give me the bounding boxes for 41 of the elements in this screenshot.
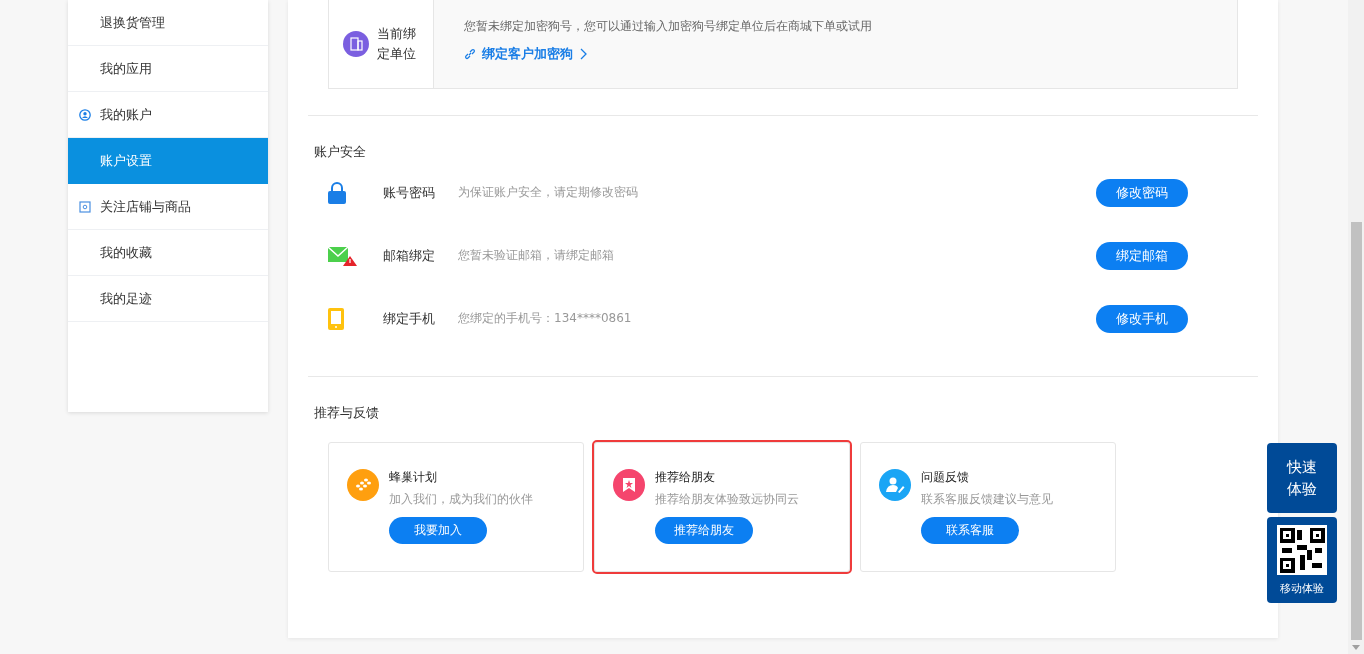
link-icon bbox=[464, 48, 476, 60]
sidebar-item[interactable]: 关注店铺与商品 bbox=[68, 184, 268, 230]
card-description: 加入我们，成为我们的伙伴 bbox=[389, 491, 533, 508]
bind-dongle-link[interactable]: 绑定客户加密狗 bbox=[464, 45, 587, 63]
card-button[interactable]: 联系客服 bbox=[921, 517, 1019, 544]
phone-icon bbox=[328, 307, 344, 330]
setting-button[interactable]: 绑定邮箱 bbox=[1096, 241, 1188, 270]
card-description: 推荐给朋友体验致远协同云 bbox=[655, 491, 799, 508]
chevron-right-icon bbox=[579, 48, 587, 60]
mail-warning-icon bbox=[328, 244, 358, 267]
lock-icon bbox=[328, 181, 346, 204]
setting-name: 邮箱绑定 bbox=[383, 246, 436, 265]
binding-label: 当前绑定单位 bbox=[377, 25, 417, 63]
sidebar-item[interactable]: 退换货管理 bbox=[68, 0, 268, 46]
qr-code-icon bbox=[1277, 524, 1327, 575]
card-title: 问题反馈 bbox=[921, 469, 970, 486]
building-icon bbox=[343, 31, 369, 57]
setting-name: 绑定手机 bbox=[383, 309, 436, 328]
sidebar-item[interactable]: 我的应用 bbox=[68, 46, 268, 92]
setting-name: 账号密码 bbox=[383, 183, 436, 202]
card-button[interactable]: 我要加入 bbox=[389, 517, 487, 544]
setting-description: 您暂未验证邮箱，请绑定邮箱 bbox=[458, 247, 615, 264]
sidebar-item[interactable]: 我的足迹 bbox=[68, 276, 268, 322]
binding-message: 您暂未绑定加密狗号，您可以通过输入加密狗号绑定单位后在商城下单或试用 bbox=[464, 18, 873, 35]
store-icon bbox=[79, 200, 91, 213]
card-title: 蜂巢计划 bbox=[389, 469, 438, 486]
setting-description: 为保证账户安全，请定期修改密码 bbox=[458, 184, 639, 201]
user-icon bbox=[79, 108, 91, 121]
setting-button[interactable]: 修改密码 bbox=[1096, 178, 1188, 207]
card-description: 联系客服反馈建议与意见 bbox=[921, 491, 1053, 508]
sidebar-item[interactable]: 我的收藏 bbox=[68, 230, 268, 276]
quick-trial-button[interactable]: 快速体验 bbox=[1267, 443, 1337, 513]
section-title: 推荐与反馈 bbox=[314, 404, 380, 422]
card-button[interactable]: 推荐给朋友 bbox=[655, 517, 753, 544]
scrollbar[interactable] bbox=[1348, 0, 1364, 654]
setting-description: 您绑定的手机号：134****0861 bbox=[458, 310, 633, 327]
section-title: 账户安全 bbox=[314, 143, 367, 161]
card-title: 推荐给朋友 bbox=[655, 469, 716, 486]
mobile-trial-panel[interactable]: 移动体验 bbox=[1267, 517, 1337, 603]
setting-button[interactable]: 修改手机 bbox=[1096, 304, 1188, 333]
scroll-down-arrow-icon[interactable] bbox=[1352, 645, 1360, 650]
